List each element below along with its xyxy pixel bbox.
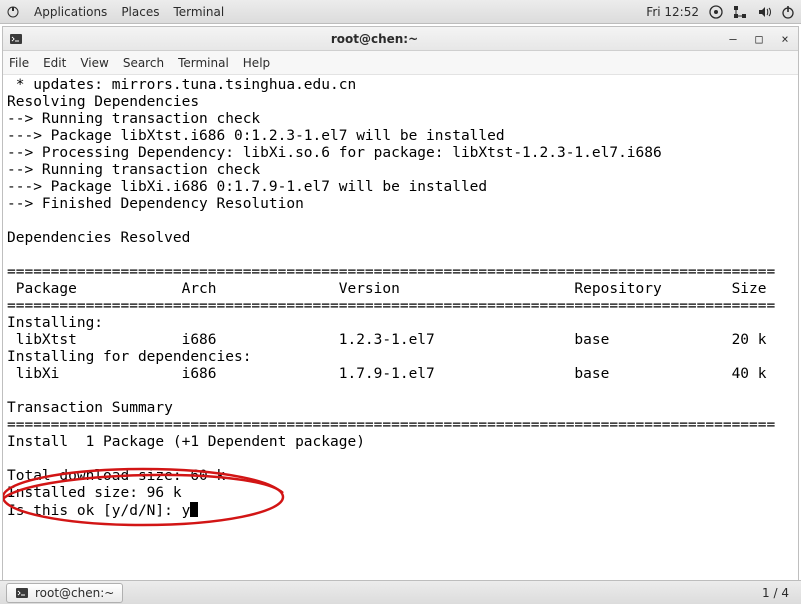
menu-terminal[interactable]: Terminal xyxy=(178,56,229,70)
clock[interactable]: Fri 12:52 xyxy=(646,5,699,19)
places-menu[interactable]: Places xyxy=(121,5,159,19)
menu-search[interactable]: Search xyxy=(123,56,164,70)
maximize-button[interactable]: □ xyxy=(752,32,766,46)
power-icon[interactable] xyxy=(781,5,795,19)
a11y-icon[interactable] xyxy=(709,5,723,19)
menubar: File Edit View Search Terminal Help xyxy=(3,51,798,75)
terminal-icon xyxy=(9,32,23,46)
close-button[interactable]: × xyxy=(778,32,792,46)
titlebar[interactable]: root@chen:~ – □ × xyxy=(3,27,798,51)
text-cursor xyxy=(190,502,198,517)
terminal-menu-launcher[interactable]: Terminal xyxy=(173,5,224,19)
menu-edit[interactable]: Edit xyxy=(43,56,66,70)
terminal-icon xyxy=(15,586,29,600)
menu-help[interactable]: Help xyxy=(243,56,270,70)
menu-view[interactable]: View xyxy=(80,56,108,70)
terminal-output[interactable]: * updates: mirrors.tuna.tsinghua.edu.cn … xyxy=(3,75,798,522)
menu-file[interactable]: File xyxy=(9,56,29,70)
prompt-text: Is this ok [y/d/N]: xyxy=(7,503,182,519)
minimize-button[interactable]: – xyxy=(726,32,740,46)
terminal-window: root@chen:~ – □ × File Edit View Search … xyxy=(2,26,799,602)
applications-menu[interactable]: Applications xyxy=(34,5,107,19)
bottom-panel: root@chen:~ 1 / 4 xyxy=(0,580,801,604)
prompt-input: y xyxy=(182,503,191,519)
window-title: root@chen:~ xyxy=(23,32,726,46)
logo-icon xyxy=(6,5,20,19)
taskbar-item-label: root@chen:~ xyxy=(35,586,114,600)
taskbar-item-terminal[interactable]: root@chen:~ xyxy=(6,583,123,603)
network-icon[interactable] xyxy=(733,5,747,19)
workspace-indicator[interactable]: 1 / 4 xyxy=(756,586,795,600)
top-panel: Applications Places Terminal Fri 12:52 xyxy=(0,0,801,24)
sound-icon[interactable] xyxy=(757,5,771,19)
